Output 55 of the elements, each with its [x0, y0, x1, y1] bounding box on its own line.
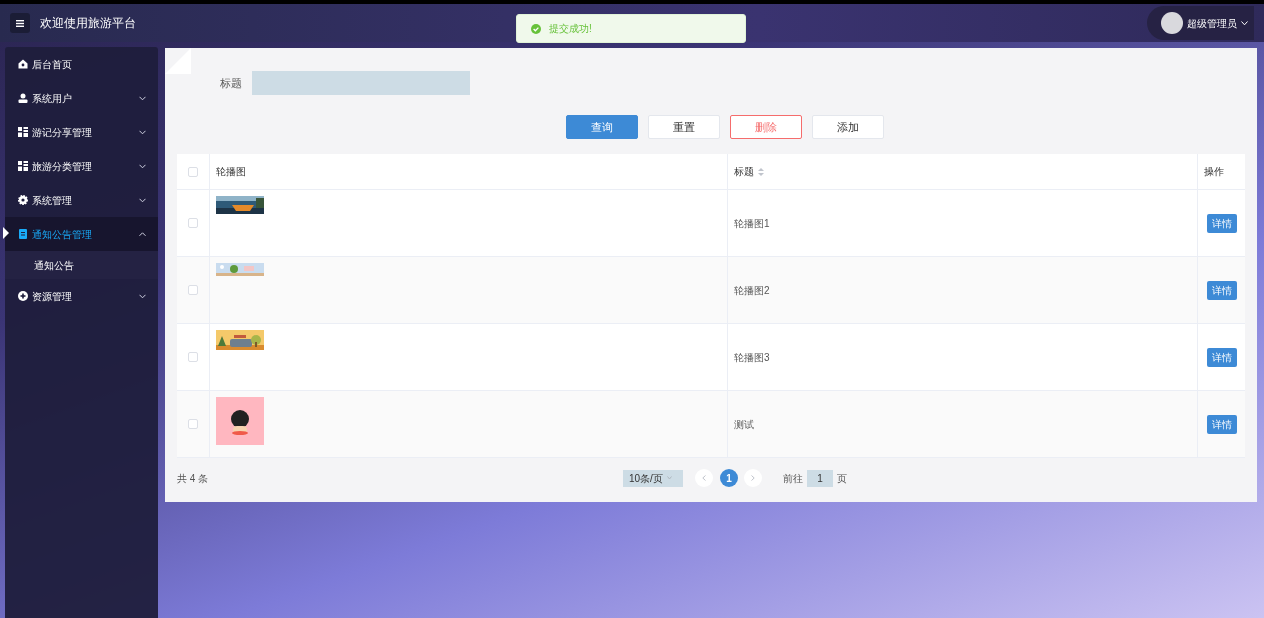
details-button[interactable]: 详情: [1206, 414, 1237, 434]
sidebar-item[interactable]: 游记分享管理: [5, 115, 158, 149]
column-header: 标题: [734, 165, 754, 179]
home-icon: [18, 59, 28, 69]
table-cell-text: 轮播图2: [734, 283, 770, 298]
checkbox[interactable]: [188, 166, 198, 177]
details-button[interactable]: 详情: [1206, 280, 1237, 300]
sidebar-item[interactable]: 系统管理: [5, 183, 158, 217]
checkbox[interactable]: [188, 285, 198, 295]
document-icon: [18, 229, 28, 239]
table-cell-text: 测试: [734, 417, 754, 432]
prev-page-button[interactable]: [695, 469, 713, 487]
details-button[interactable]: 详情: [1206, 347, 1237, 367]
submenu-item[interactable]: 通知公告: [5, 251, 158, 279]
goto-label: 前往: [783, 471, 803, 486]
avatar-icon: [1161, 12, 1183, 34]
button[interactable]: 重置: [648, 115, 720, 139]
sidebar-item[interactable]: 系统用户: [5, 81, 158, 115]
active-marker-icon: [3, 227, 9, 239]
page-button[interactable]: 1: [720, 469, 738, 487]
sidebar-item[interactable]: 后台首页: [5, 47, 158, 81]
checkbox[interactable]: [188, 218, 198, 228]
column-header: 操作: [1204, 165, 1224, 179]
plus-circle-icon: [18, 291, 28, 301]
table-cell-text: 轮播图1: [734, 216, 770, 231]
settings-icon: [18, 195, 28, 205]
button[interactable]: 添加: [812, 115, 884, 139]
grid-icon: [18, 161, 28, 171]
menu-button[interactable]: [10, 13, 30, 33]
button[interactable]: 查询: [566, 115, 638, 139]
sidebar-item[interactable]: 通知公告管理: [5, 217, 158, 251]
details-button[interactable]: 详情: [1206, 213, 1237, 233]
table-cell-text: 轮播图3: [734, 350, 770, 365]
grid-icon: [18, 127, 28, 137]
next-page-button[interactable]: [744, 469, 762, 487]
user-menu[interactable]: 超级管理员: [1147, 6, 1254, 40]
page-size-select[interactable]: 10条/页: [623, 469, 683, 487]
check-circle-icon: [531, 23, 541, 34]
chevron-right-icon: [751, 475, 755, 481]
chevron-down-icon: [1241, 20, 1248, 26]
checkbox[interactable]: [188, 352, 198, 362]
field-label: 标题: [220, 75, 242, 91]
search-field[interactable]: [252, 71, 470, 95]
sidebar-item[interactable]: 旅游分类管理: [5, 149, 158, 183]
app-title: 欢迎使用旅游平台: [40, 15, 136, 32]
goto-suffix: 页: [837, 471, 847, 486]
page-input[interactable]: 1: [807, 469, 833, 487]
chevron-left-icon: [702, 475, 706, 481]
checkbox[interactable]: [188, 419, 198, 429]
sidebar-item[interactable]: 资源管理: [5, 279, 158, 313]
user-icon: [18, 93, 28, 103]
column-header: 轮播图: [216, 165, 246, 179]
toast-message: 提交成功!: [549, 22, 592, 36]
menu-icon: [16, 19, 24, 27]
total-count: 共 4 条: [177, 471, 210, 486]
